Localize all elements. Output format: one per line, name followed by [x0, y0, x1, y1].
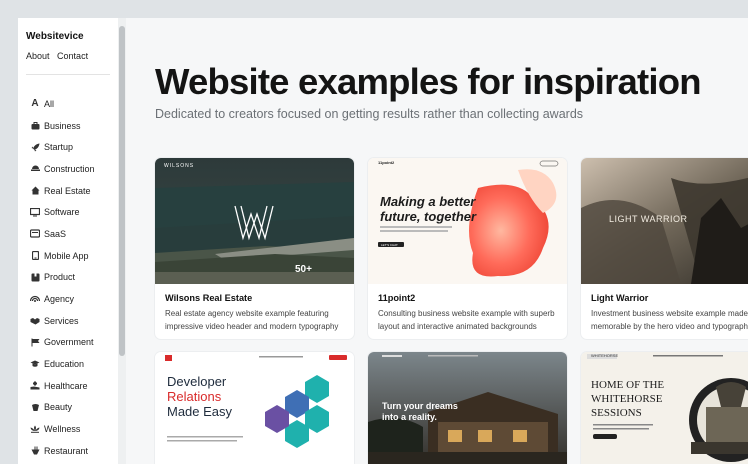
sidebar-item-wellness[interactable]: Wellness	[30, 418, 95, 440]
spa-icon	[30, 403, 40, 412]
card-thumbnail[interactable]: Turn your dreams into a reality.	[368, 352, 567, 464]
sidebar-item-label: All	[44, 98, 55, 109]
card-thumb-headline-1: HOME OF THE	[591, 379, 665, 391]
contact-link[interactable]: Contact	[57, 51, 88, 61]
card-thumb-headline-2: into a reality.	[382, 412, 437, 422]
card-thumbnail[interactable]: 11point2 Making a better future, togethe…	[368, 158, 567, 284]
website-card[interactable]: WHITEHORSE HOME OF THE WHITEHORSE SESSIO…	[581, 352, 748, 464]
card-thumb-headline-1: Turn your dreams	[382, 401, 458, 411]
card-thumb-brand: WHITEHORSE	[591, 353, 619, 358]
sidebar-divider	[26, 74, 110, 75]
card-thumbnail[interactable]: Developer Relations Made Easy	[155, 352, 354, 464]
page-title: Website examples for inspiration	[155, 61, 702, 102]
sidebar-item-startup[interactable]: Startup	[30, 136, 95, 158]
card-thumb-headline-2: Relations	[167, 389, 222, 404]
utensils-icon	[30, 446, 40, 455]
box-icon	[30, 273, 40, 282]
sidebar-scrollbar-thumb[interactable]	[119, 26, 125, 356]
sidebar-item-agency[interactable]: Agency	[30, 288, 95, 310]
card-thumb-headline-3: SESSIONS	[591, 407, 642, 419]
sidebar-item-label: Construction	[44, 163, 95, 174]
website-card[interactable]: 11point2 Making a better future, togethe…	[368, 158, 567, 339]
sidebar-item-all[interactable]: A All	[30, 93, 95, 115]
sidebar-item-label: Education	[44, 359, 85, 370]
sidebar-item-label: Wellness	[44, 424, 81, 435]
monitor-icon	[30, 207, 40, 217]
card-thumb-headline: Making a better future, together	[380, 194, 477, 224]
about-link[interactable]: About	[26, 51, 50, 61]
sidebar-item-label: Business	[44, 120, 81, 131]
sidebar-item-label: Product	[44, 272, 76, 283]
medical-hand-icon	[30, 381, 40, 390]
category-nav: A All Business Startup Construction Real…	[30, 93, 95, 462]
card-title[interactable]: Light Warrior	[591, 293, 648, 303]
font-icon: A	[31, 97, 39, 109]
card-thumb-headline: LIGHT WARRIOR	[609, 214, 688, 224]
brand-logo[interactable]: Websitevice	[26, 31, 84, 42]
sidebar-item-healthcare[interactable]: Healthcare	[30, 375, 95, 397]
sidebar-item-software[interactable]: Software	[30, 201, 95, 223]
card-thumbnail[interactable]: LIGHT WARRIOR	[581, 158, 748, 284]
sidebar-item-real-estate[interactable]: Real Estate	[30, 180, 95, 202]
sidebar-item-label: Restaurant	[44, 445, 89, 456]
sidebar-item-label: Agency	[44, 294, 75, 305]
sidebar-item-label: Healthcare	[44, 380, 88, 391]
flag-icon	[30, 338, 40, 347]
graduation-cap-icon	[30, 360, 40, 369]
sidebar-item-construction[interactable]: Construction	[30, 158, 95, 180]
house-icon	[30, 186, 40, 195]
sidebar: Websitevice About Contact A All Business…	[18, 18, 118, 464]
lotus-icon	[30, 425, 40, 434]
sidebar-item-business[interactable]: Business	[30, 115, 95, 137]
sidebar-item-label: SaaS	[44, 228, 67, 239]
megaphone-icon	[30, 295, 40, 304]
handshake-icon	[30, 316, 40, 325]
sidebar-item-label: Government	[44, 337, 94, 348]
browser-frame: Websitevice About Contact A All Business…	[18, 18, 748, 464]
card-description: Consulting business website example with…	[378, 309, 555, 331]
sidebar-item-saas[interactable]: SaaS	[30, 223, 95, 245]
website-card[interactable]: Developer Relations Made Easy	[155, 352, 354, 464]
sidebar-item-label: Mobile App	[44, 250, 89, 261]
sidebar-item-product[interactable]: Product	[30, 267, 95, 289]
card-description: Investment business website example made…	[591, 309, 748, 331]
top-links: About Contact	[26, 51, 93, 61]
sidebar-item-label: Software	[44, 207, 80, 218]
sidebar-item-label: Real Estate	[44, 185, 91, 196]
card-thumb-headline-2: WHITEHORSE	[591, 393, 663, 405]
card-thumb-brand: 11point2	[378, 160, 395, 165]
sidebar-item-services[interactable]: Services	[30, 310, 95, 332]
card-description: Real estate agency website example featu…	[165, 309, 339, 331]
card-thumb-headline-3: Made Easy	[167, 404, 233, 419]
card-title[interactable]: 11point2	[378, 293, 415, 303]
sidebar-item-government[interactable]: Government	[30, 332, 95, 354]
card-thumb-headline-1: Developer	[167, 374, 227, 389]
sidebar-item-label: Services	[44, 315, 79, 326]
website-card[interactable]: LIGHT WARRIOR Light Warrior Investment b…	[581, 158, 748, 339]
card-title[interactable]: Wilsons Real Estate	[165, 293, 252, 303]
card-thumb-badge: 50+	[295, 264, 312, 275]
page-subtitle: Dedicated to creators focused on getting…	[155, 107, 584, 121]
website-card[interactable]: WILSONS 50+ Wilsons Real Estate Real est…	[155, 158, 354, 339]
cloud-icon	[30, 229, 40, 239]
sidebar-item-restaurant[interactable]: Restaurant	[30, 440, 95, 462]
sidebar-item-label: Startup	[44, 142, 74, 153]
phone-icon	[30, 251, 40, 261]
crane-icon	[30, 164, 40, 173]
card-thumbnail[interactable]: WHITEHORSE HOME OF THE WHITEHORSE SESSIO…	[581, 352, 748, 464]
sidebar-item-mobile-app[interactable]: Mobile App	[30, 245, 95, 267]
sidebar-item-beauty[interactable]: Beauty	[30, 397, 95, 419]
sidebar-item-label: Beauty	[44, 402, 73, 413]
card-thumb-cta[interactable]: LET'S CHAT	[381, 243, 398, 247]
briefcase-icon	[30, 121, 40, 130]
website-card[interactable]: Turn your dreams into a reality.	[368, 352, 567, 464]
card-thumb-brand: WILSONS	[164, 163, 195, 169]
sidebar-item-education[interactable]: Education	[30, 353, 95, 375]
rocket-icon	[30, 143, 40, 152]
card-thumbnail[interactable]: WILSONS 50+	[155, 158, 354, 284]
